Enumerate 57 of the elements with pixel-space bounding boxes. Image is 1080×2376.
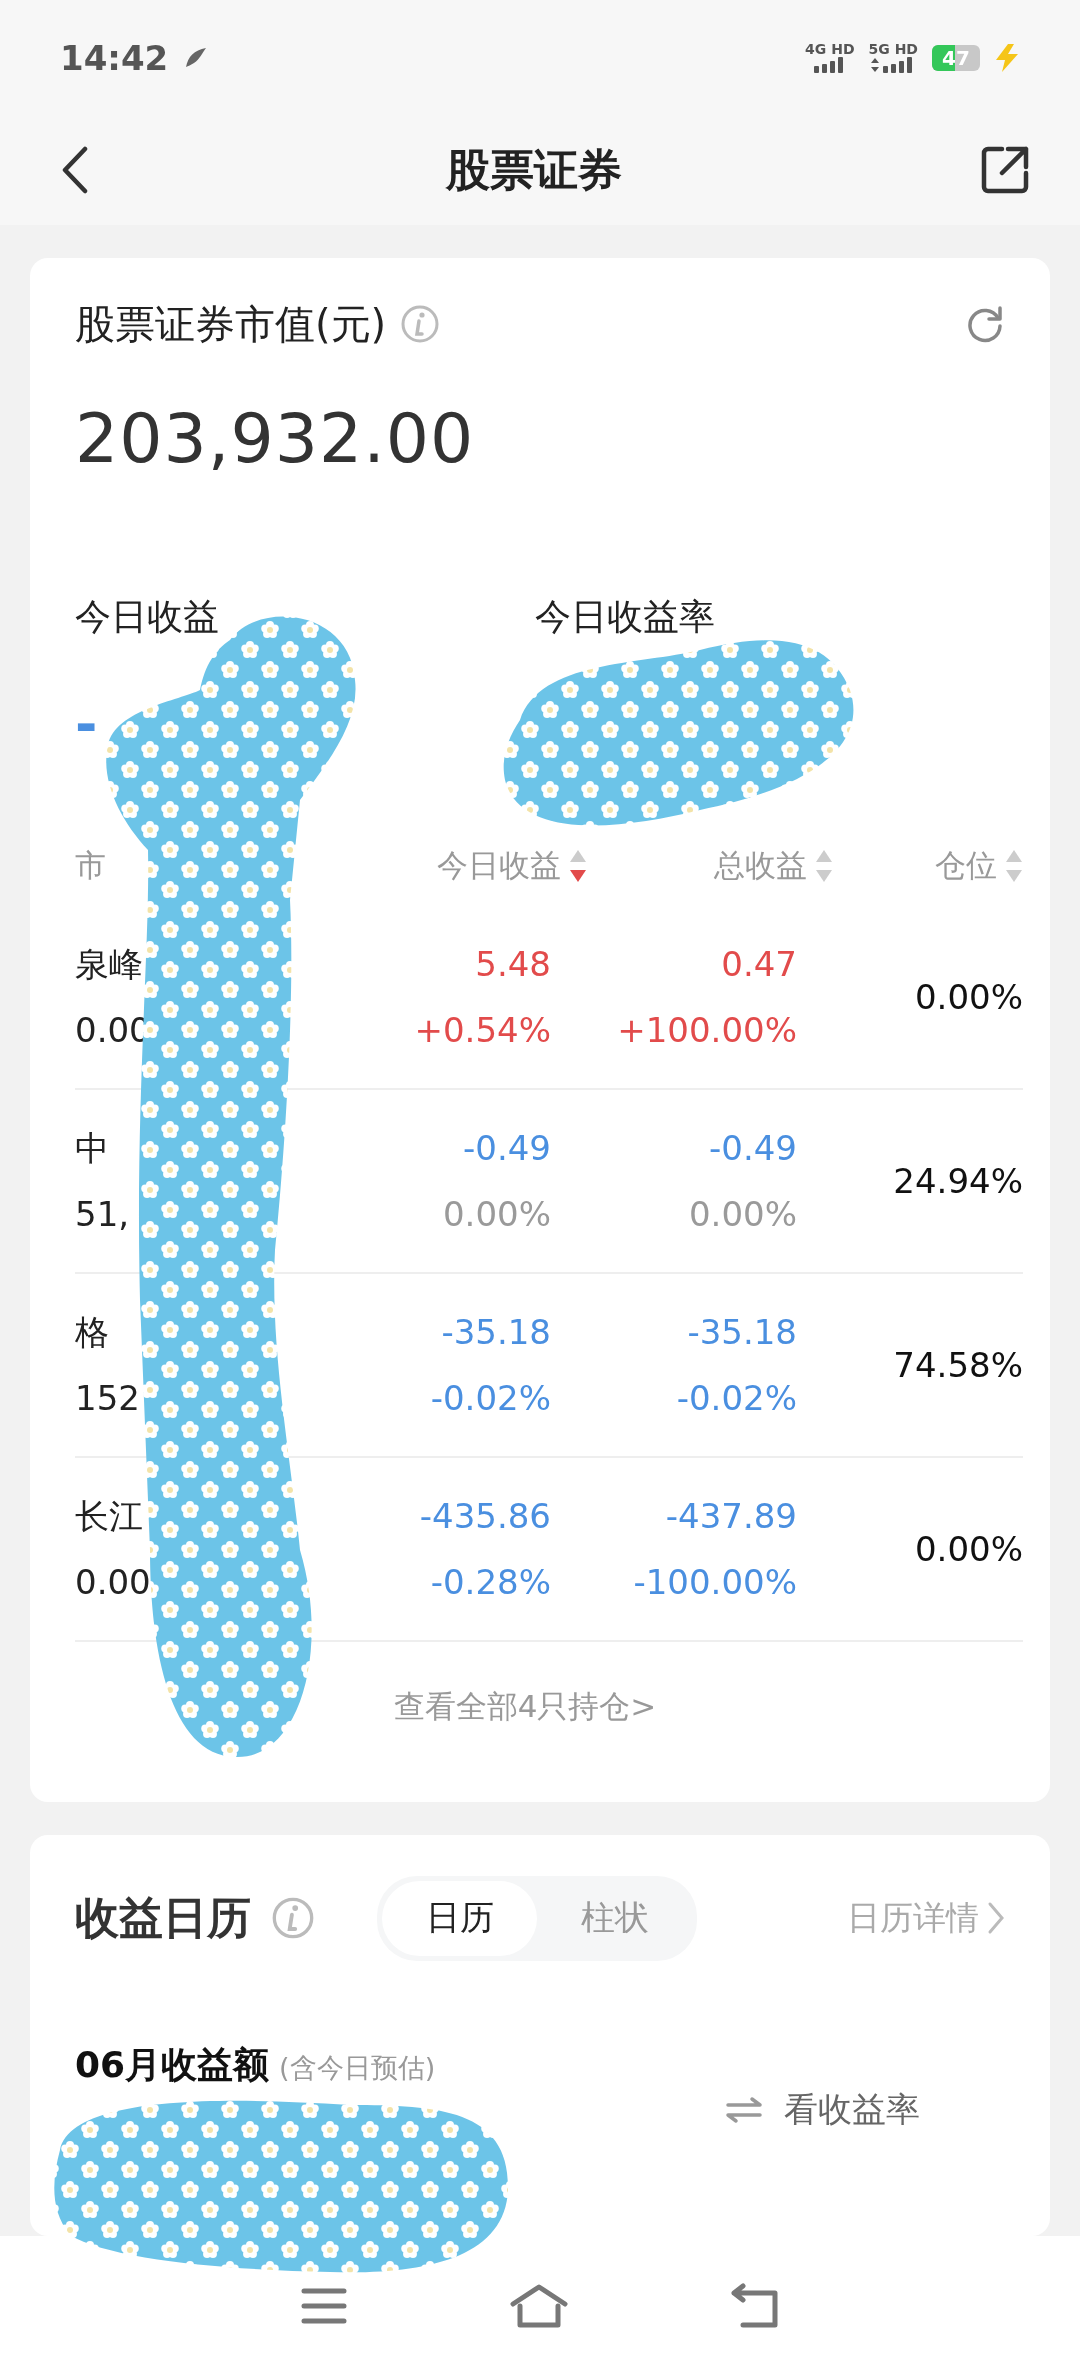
income-value: -35.18: [687, 1311, 797, 1354]
income-value: -35.18: [441, 1311, 551, 1354]
position-value: 24.94%: [893, 1160, 1023, 1203]
share-icon[interactable]: [980, 145, 1030, 195]
position-value: 74.58%: [893, 1344, 1023, 1387]
page-title: 股票证券: [446, 142, 622, 197]
column-header: 市: [75, 846, 106, 885]
stock-name: 中: [75, 1127, 109, 1170]
stat-label: 今日收益率: [535, 595, 716, 639]
back-icon[interactable]: [62, 146, 88, 194]
market-value: 0.00: [75, 1561, 151, 1604]
info-icon[interactable]: [400, 304, 441, 344]
position-value: 0.00%: [915, 976, 1023, 1019]
view-all-link[interactable]: 查看全部4只持仓>: [393, 1686, 657, 1728]
stat-label: 今日收益: [75, 595, 220, 639]
income-value: +0.54%: [414, 1009, 551, 1052]
view-tab[interactable]: 柱状: [537, 1880, 692, 1956]
refresh-icon[interactable]: [965, 304, 1005, 344]
income-value: -0.49: [463, 1127, 551, 1170]
stat-value: -: [75, 693, 98, 756]
info-icon[interactable]: [271, 1896, 315, 1940]
income-value: 0.00%: [689, 1193, 797, 1236]
status-time: 14:42: [60, 37, 169, 78]
income-value: -435.86: [419, 1495, 551, 1538]
market-value: 203,932.00: [75, 398, 476, 480]
market-value: 152: [75, 1377, 140, 1420]
income-value: +100.00%: [617, 1009, 797, 1052]
rate-toggle[interactable]: 看收益率: [784, 2087, 920, 2133]
calendar-detail-link[interactable]: 日历详情: [847, 1895, 979, 1941]
income-value: -100.00%: [633, 1561, 797, 1604]
income-value: 0.47: [721, 943, 797, 986]
income-value: 5.48: [475, 943, 551, 986]
income-value: 0.00%: [443, 1193, 551, 1236]
income-value: -0.02%: [676, 1377, 797, 1420]
income-value: -0.28%: [430, 1561, 551, 1604]
column-header[interactable]: 仓位: [935, 845, 997, 887]
network-label: 4G HD: [805, 41, 855, 58]
income-value: -437.89: [665, 1495, 797, 1538]
column-header[interactable]: 今日收益: [437, 845, 561, 887]
view-tab[interactable]: 日历: [382, 1880, 537, 1956]
chevron-icon[interactable]: [987, 1901, 1005, 1935]
column-header[interactable]: 总收益: [714, 845, 807, 887]
market-value: 51,: [75, 1193, 130, 1236]
sort-icon[interactable]: [569, 848, 587, 884]
card-title: 收益日历: [75, 1890, 251, 1945]
stock-name: 格: [75, 1311, 109, 1354]
stock-name: 泉峰: [75, 943, 143, 986]
network-label: 5G HD: [868, 41, 918, 58]
stock-name: 长江: [75, 1495, 143, 1538]
card-title: 股票证券市值(元): [75, 299, 387, 349]
swap-icon[interactable]: [724, 2096, 764, 2124]
month-income-label: 06月收益额 (含今日预估): [75, 2043, 436, 2087]
home-icon[interactable]: [510, 2284, 568, 2328]
income-value: -0.49: [709, 1127, 797, 1170]
income-value: -0.02%: [430, 1377, 551, 1420]
menu-icon[interactable]: [301, 2287, 348, 2325]
position-value: 0.00%: [915, 1528, 1023, 1571]
